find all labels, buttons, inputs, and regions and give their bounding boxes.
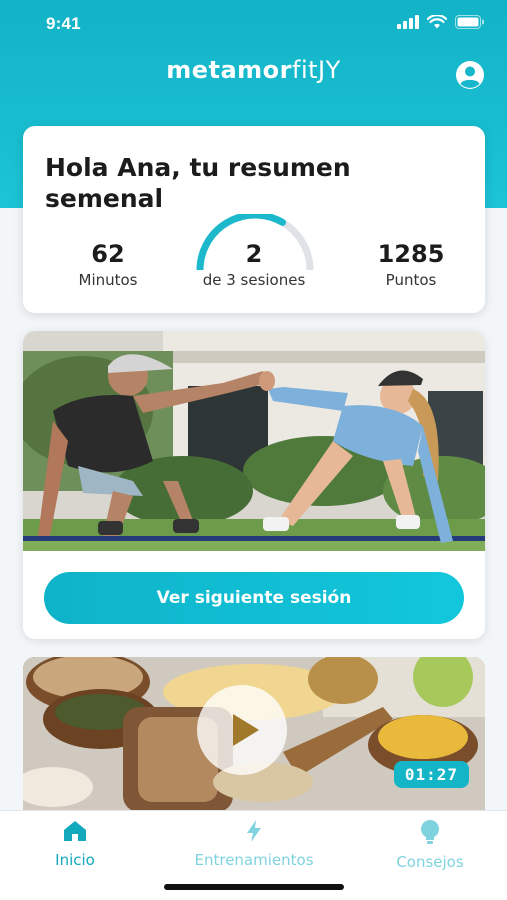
stat-minutes: 62 Minutos (53, 240, 163, 289)
tab-inicio-label: Inicio (55, 851, 95, 869)
battery-icon (455, 15, 484, 29)
tab-consejos[interactable]: Consejos (384, 819, 476, 871)
wifi-icon (427, 15, 447, 29)
signal-icon (397, 15, 419, 29)
stat-points: 1285 Puntos (351, 240, 471, 289)
logo-light: fitJY (292, 56, 341, 84)
status-bar: 9:41 (0, 0, 507, 50)
minutes-value: 62 (91, 240, 125, 268)
lightning-icon (247, 820, 261, 842)
status-icons (397, 15, 485, 29)
play-icon (233, 714, 259, 746)
stat-sessions: 2 de 3 sesiones (183, 240, 325, 289)
next-session-button[interactable]: Ver siguiente sesión (44, 572, 464, 624)
duration-badge: 01:27 (393, 761, 469, 788)
minutes-label: Minutos (78, 271, 138, 289)
tab-consejos-label: Consejos (396, 853, 464, 871)
sessions-value: 2 (245, 240, 263, 268)
next-workout-card: Ver siguiente sesión (23, 331, 485, 639)
home-icon (64, 821, 86, 841)
tab-entrenamientos[interactable]: Entrenamientos (176, 819, 332, 869)
workout-photo[interactable] (23, 331, 485, 551)
summary-title: Hola Ana, tu resumen semenal (45, 153, 351, 213)
weekly-summary-card: Hola Ana, tu resumen semenal 62 Minutos … (23, 126, 485, 313)
home-indicator (164, 884, 344, 890)
tab-entrenamientos-label: Entrenamientos (194, 851, 314, 869)
tab-inicio[interactable]: Inicio (40, 819, 110, 869)
points-label: Puntos (385, 271, 437, 289)
status-time: 9:41 (46, 14, 81, 33)
play-button[interactable] (197, 685, 287, 775)
logo-bold: metamor (166, 56, 293, 84)
lightbulb-icon (421, 820, 439, 844)
sessions-label: de 3 sesiones (202, 271, 306, 289)
nutrition-video-card[interactable]: 01:27 (23, 657, 485, 812)
points-value: 1285 (377, 240, 445, 268)
profile-icon[interactable] (455, 60, 485, 90)
app-logo: metamorfitJY (0, 56, 507, 84)
